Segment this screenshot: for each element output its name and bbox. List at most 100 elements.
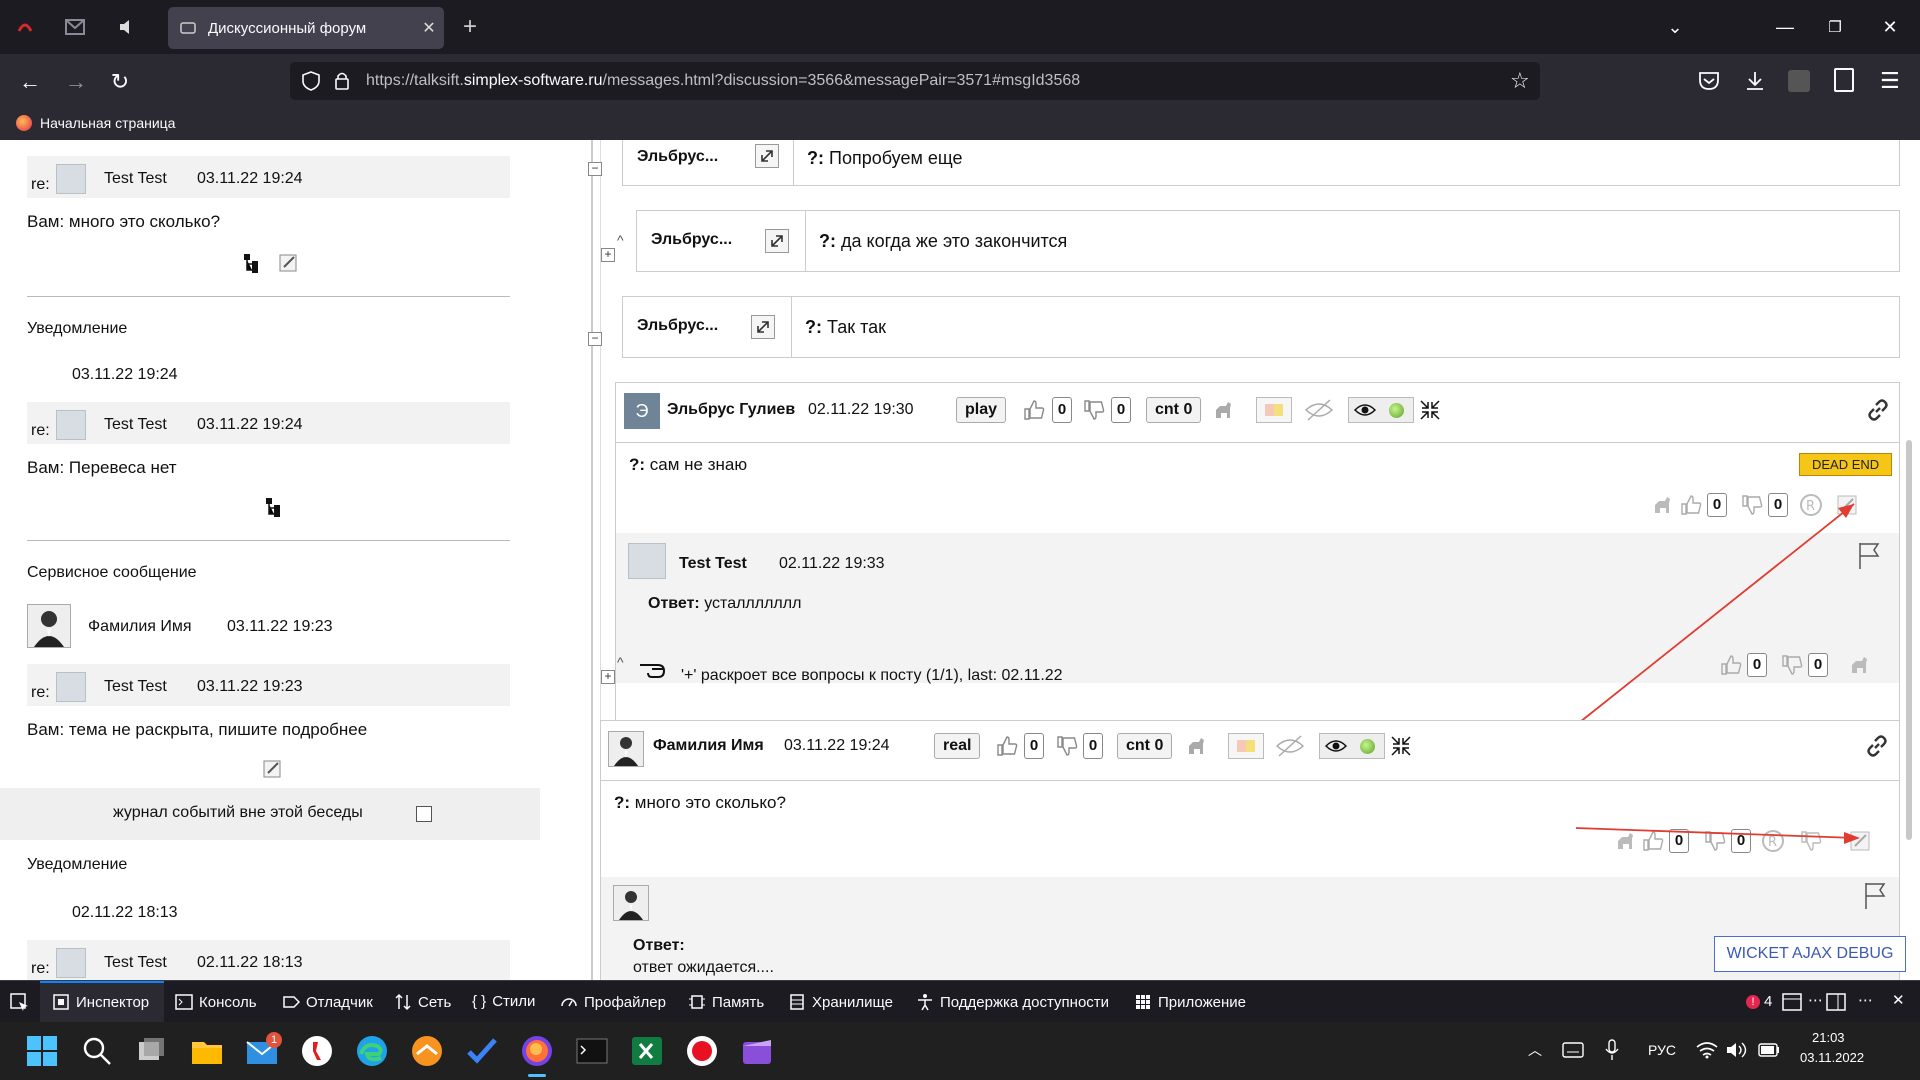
clock-time[interactable]: 21:03	[1812, 1030, 1845, 1045]
battery-icon[interactable]	[1758, 1043, 1780, 1057]
collapse-toggle[interactable]: −	[588, 162, 602, 176]
collapse-toggle[interactable]: −	[588, 332, 602, 346]
chat-app-icon[interactable]	[410, 1034, 444, 1068]
search-icon[interactable]	[80, 1034, 114, 1068]
options-icon[interactable]: ⋯	[1808, 991, 1823, 1009]
dog-icon[interactable]	[1185, 734, 1209, 758]
cnt-badge[interactable]: cnt 0	[1117, 733, 1173, 759]
color-flag-icon[interactable]	[1256, 397, 1292, 423]
menu-icon[interactable]: ☰	[1880, 68, 1900, 94]
tab-memory[interactable]: Память	[688, 993, 764, 1011]
tab-accessibility[interactable]: Поддержка доступности	[916, 993, 1109, 1011]
collapse-arrows-icon[interactable]	[1418, 398, 1442, 422]
hide-icon[interactable]	[1275, 734, 1305, 758]
link-icon[interactable]	[1864, 733, 1890, 759]
wicket-debug-button[interactable]: WICKET AJAX DEBUG	[1714, 936, 1906, 972]
extension-badge-icon[interactable]	[1834, 68, 1854, 92]
close-devtools-icon[interactable]: ✕	[1892, 991, 1905, 1009]
expand-toggle[interactable]: +	[601, 670, 615, 684]
mode-badge[interactable]: real	[934, 733, 981, 759]
responsive-icon[interactable]	[1782, 993, 1802, 1011]
edge-icon[interactable]	[355, 1034, 389, 1068]
clock-date[interactable]: 03.11.2022	[1800, 1050, 1864, 1065]
close-tab-icon[interactable]: ✕	[414, 18, 444, 38]
more-icon[interactable]: ⋯	[1858, 991, 1873, 1009]
edit-icon[interactable]	[278, 252, 300, 274]
extension-icon[interactable]	[1788, 70, 1810, 92]
error-count[interactable]: ! 4	[1746, 993, 1772, 1010]
tab-network[interactable]: Сеть	[394, 993, 451, 1011]
forward-button[interactable]: →	[60, 66, 92, 98]
tray-overflow-icon[interactable]: ︿	[1528, 1040, 1542, 1060]
tab-inspector[interactable]: Инспектор	[52, 993, 149, 1011]
expand-icon[interactable]	[765, 229, 789, 253]
caret-up-icon[interactable]: ^	[617, 232, 624, 248]
hide-icon[interactable]	[1304, 398, 1334, 422]
todo-icon[interactable]	[465, 1034, 499, 1068]
view-toggle[interactable]	[1348, 397, 1414, 423]
close-window-button[interactable]: ✕	[1860, 8, 1920, 46]
tab-forum[interactable]: Дискуссионный форум ✕	[168, 7, 444, 49]
expand-icon[interactable]	[755, 144, 779, 168]
pinned-tab-red[interactable]	[10, 12, 40, 42]
collapsed-message[interactable]: Эльбрус... ?: Так так	[622, 296, 1900, 358]
dog-icon[interactable]	[1212, 398, 1236, 422]
thumbs-down-icon[interactable]	[1055, 734, 1079, 758]
pinned-tab-audio[interactable]	[112, 12, 142, 42]
post-author[interactable]: Фамилия Имя	[653, 737, 764, 755]
new-tab-button[interactable]: +	[455, 12, 485, 42]
collapsed-message[interactable]: Эльбрус... ?: да когда же это закончится	[636, 210, 1900, 272]
tab-application[interactable]: Приложение	[1134, 993, 1246, 1011]
color-flag-icon[interactable]	[1228, 733, 1264, 759]
terminal-icon[interactable]	[575, 1034, 609, 1068]
edit-icon[interactable]	[262, 758, 284, 780]
caret-up-icon[interactable]: ^	[617, 654, 624, 670]
collapse-arrows-icon[interactable]	[1389, 734, 1413, 758]
collapsed-message[interactable]: Эльбрус... ?: Попробуем еще	[622, 140, 1900, 186]
thumbs-down-icon[interactable]	[1082, 398, 1106, 422]
expand-icon[interactable]	[751, 315, 775, 339]
reload-button[interactable]: ↻	[104, 66, 136, 98]
lock-icon[interactable]	[334, 71, 350, 91]
task-view-icon[interactable]	[135, 1034, 169, 1068]
tree-icon[interactable]	[242, 252, 264, 274]
journal-checkbox[interactable]	[416, 806, 432, 822]
pinned-tab-gmail[interactable]	[60, 12, 90, 42]
flag-icon[interactable]	[1862, 881, 1886, 911]
file-explorer-icon[interactable]	[190, 1034, 224, 1068]
downloads-icon[interactable]	[1744, 70, 1766, 92]
back-button[interactable]: ←	[14, 66, 46, 98]
url-bar[interactable]: https://talksift.simplex-software.ru/mes…	[290, 62, 1540, 100]
tab-debugger[interactable]: Отладчик	[282, 993, 373, 1011]
firefox-taskbar-icon[interactable]	[520, 1034, 554, 1068]
tree-icon[interactable]	[264, 496, 286, 518]
expand-toggle[interactable]: +	[601, 248, 615, 262]
link-icon[interactable]	[1865, 397, 1891, 423]
shield-icon[interactable]	[302, 71, 320, 91]
wifi-icon[interactable]	[1696, 1041, 1718, 1059]
tab-profiler[interactable]: Профайлер	[560, 993, 666, 1011]
tab-storage[interactable]: Хранилище	[788, 993, 893, 1011]
recorder-icon[interactable]	[685, 1034, 719, 1068]
language-indicator[interactable]: РУС	[1648, 1042, 1676, 1058]
dock-icon[interactable]	[1826, 993, 1846, 1011]
pick-element-icon[interactable]	[10, 993, 30, 1013]
pocket-icon[interactable]	[1698, 71, 1720, 91]
tab-styles[interactable]: { } Стили	[472, 993, 535, 1010]
media-app-icon[interactable]	[740, 1034, 774, 1068]
thumbs-up-icon[interactable]	[995, 734, 1019, 758]
tab-console[interactable]: Консоль	[175, 993, 257, 1011]
bookmark-home[interactable]: Начальная страница	[40, 115, 175, 131]
yandex-browser-icon[interactable]	[300, 1034, 334, 1068]
cnt-badge[interactable]: cnt 0	[1146, 397, 1202, 423]
keyboard-icon[interactable]	[1562, 1042, 1584, 1058]
list-tabs-icon[interactable]: ⌄	[1645, 8, 1705, 46]
windows-start-icon[interactable]	[25, 1034, 59, 1068]
thumbs-up-icon[interactable]	[1022, 398, 1046, 422]
volume-icon[interactable]	[1726, 1041, 1748, 1059]
restore-button[interactable]: ❐	[1805, 8, 1865, 46]
excel-icon[interactable]	[630, 1034, 664, 1068]
post-author[interactable]: Эльбрус Гулиев	[667, 401, 795, 419]
microphone-icon[interactable]	[1604, 1039, 1620, 1061]
scrollbar[interactable]	[1906, 440, 1912, 840]
